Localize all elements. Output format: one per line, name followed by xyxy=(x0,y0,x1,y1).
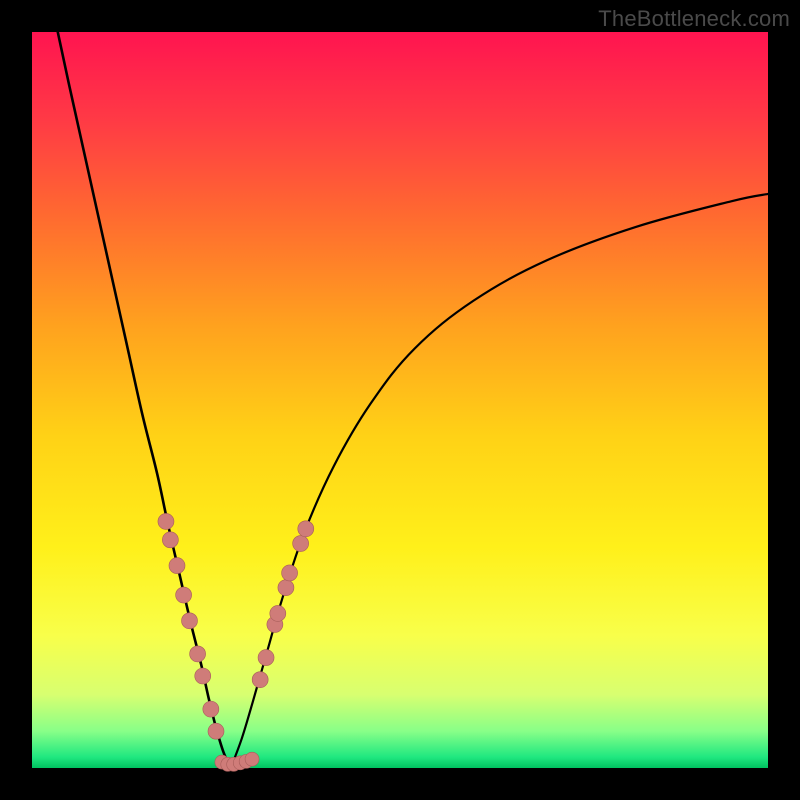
watermark-text: TheBottleneck.com xyxy=(598,6,790,32)
plot-gradient-area xyxy=(32,32,768,768)
chart-frame: TheBottleneck.com xyxy=(0,0,800,800)
